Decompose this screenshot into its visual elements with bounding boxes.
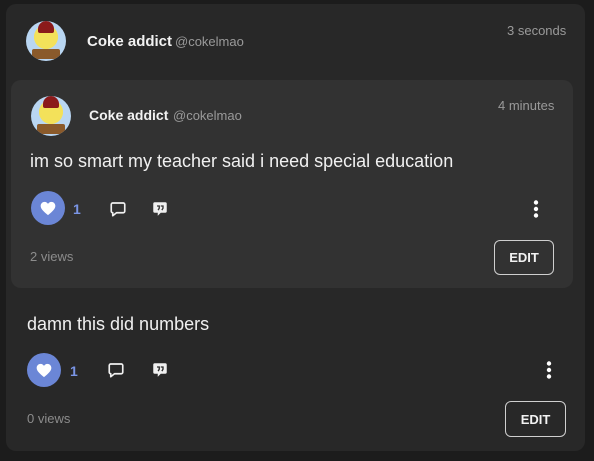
- like-count: 1: [70, 363, 78, 379]
- quote-button[interactable]: [150, 199, 170, 219]
- post-timestamp: 4 minutes: [498, 98, 555, 113]
- heart-icon: [40, 201, 56, 215]
- quoted-post-card[interactable]: Coke addict @cokelmao 4 minutes im so sm…: [11, 80, 573, 288]
- like-button[interactable]: [31, 191, 65, 225]
- edit-button[interactable]: EDIT: [494, 240, 554, 275]
- more-vertical-icon: [533, 200, 539, 218]
- view-count: 0 views: [27, 411, 71, 426]
- avatar[interactable]: [26, 21, 66, 61]
- author-handle[interactable]: @cokelmao: [173, 108, 242, 123]
- post-timestamp: 3 seconds: [507, 23, 567, 38]
- author-handle[interactable]: @cokelmao: [175, 34, 244, 49]
- more-options-button[interactable]: [539, 360, 559, 380]
- more-options-button[interactable]: [526, 199, 546, 219]
- post-header: Coke addict @cokelmao 3 seconds: [6, 4, 585, 76]
- like-count: 1: [73, 201, 81, 217]
- more-vertical-icon: [546, 361, 552, 379]
- quote-icon: [153, 363, 167, 377]
- comment-icon: [108, 363, 124, 378]
- view-count: 2 views: [30, 249, 74, 264]
- comment-icon: [110, 202, 126, 217]
- author-name[interactable]: Coke addict: [87, 33, 172, 50]
- quote-button[interactable]: [150, 360, 170, 380]
- heart-icon: [36, 363, 52, 377]
- author-name[interactable]: Coke addict: [89, 107, 168, 123]
- like-button[interactable]: [27, 353, 61, 387]
- edit-button[interactable]: EDIT: [505, 401, 566, 437]
- post-card: Coke addict @cokelmao 3 seconds Coke add…: [6, 4, 585, 451]
- avatar[interactable]: [31, 96, 71, 136]
- comment-button[interactable]: [106, 360, 126, 380]
- comment-button[interactable]: [108, 199, 128, 219]
- quote-icon: [153, 202, 167, 216]
- post-text: damn this did numbers: [27, 314, 210, 334]
- post-text: im so smart my teacher said i need speci…: [30, 151, 454, 171]
